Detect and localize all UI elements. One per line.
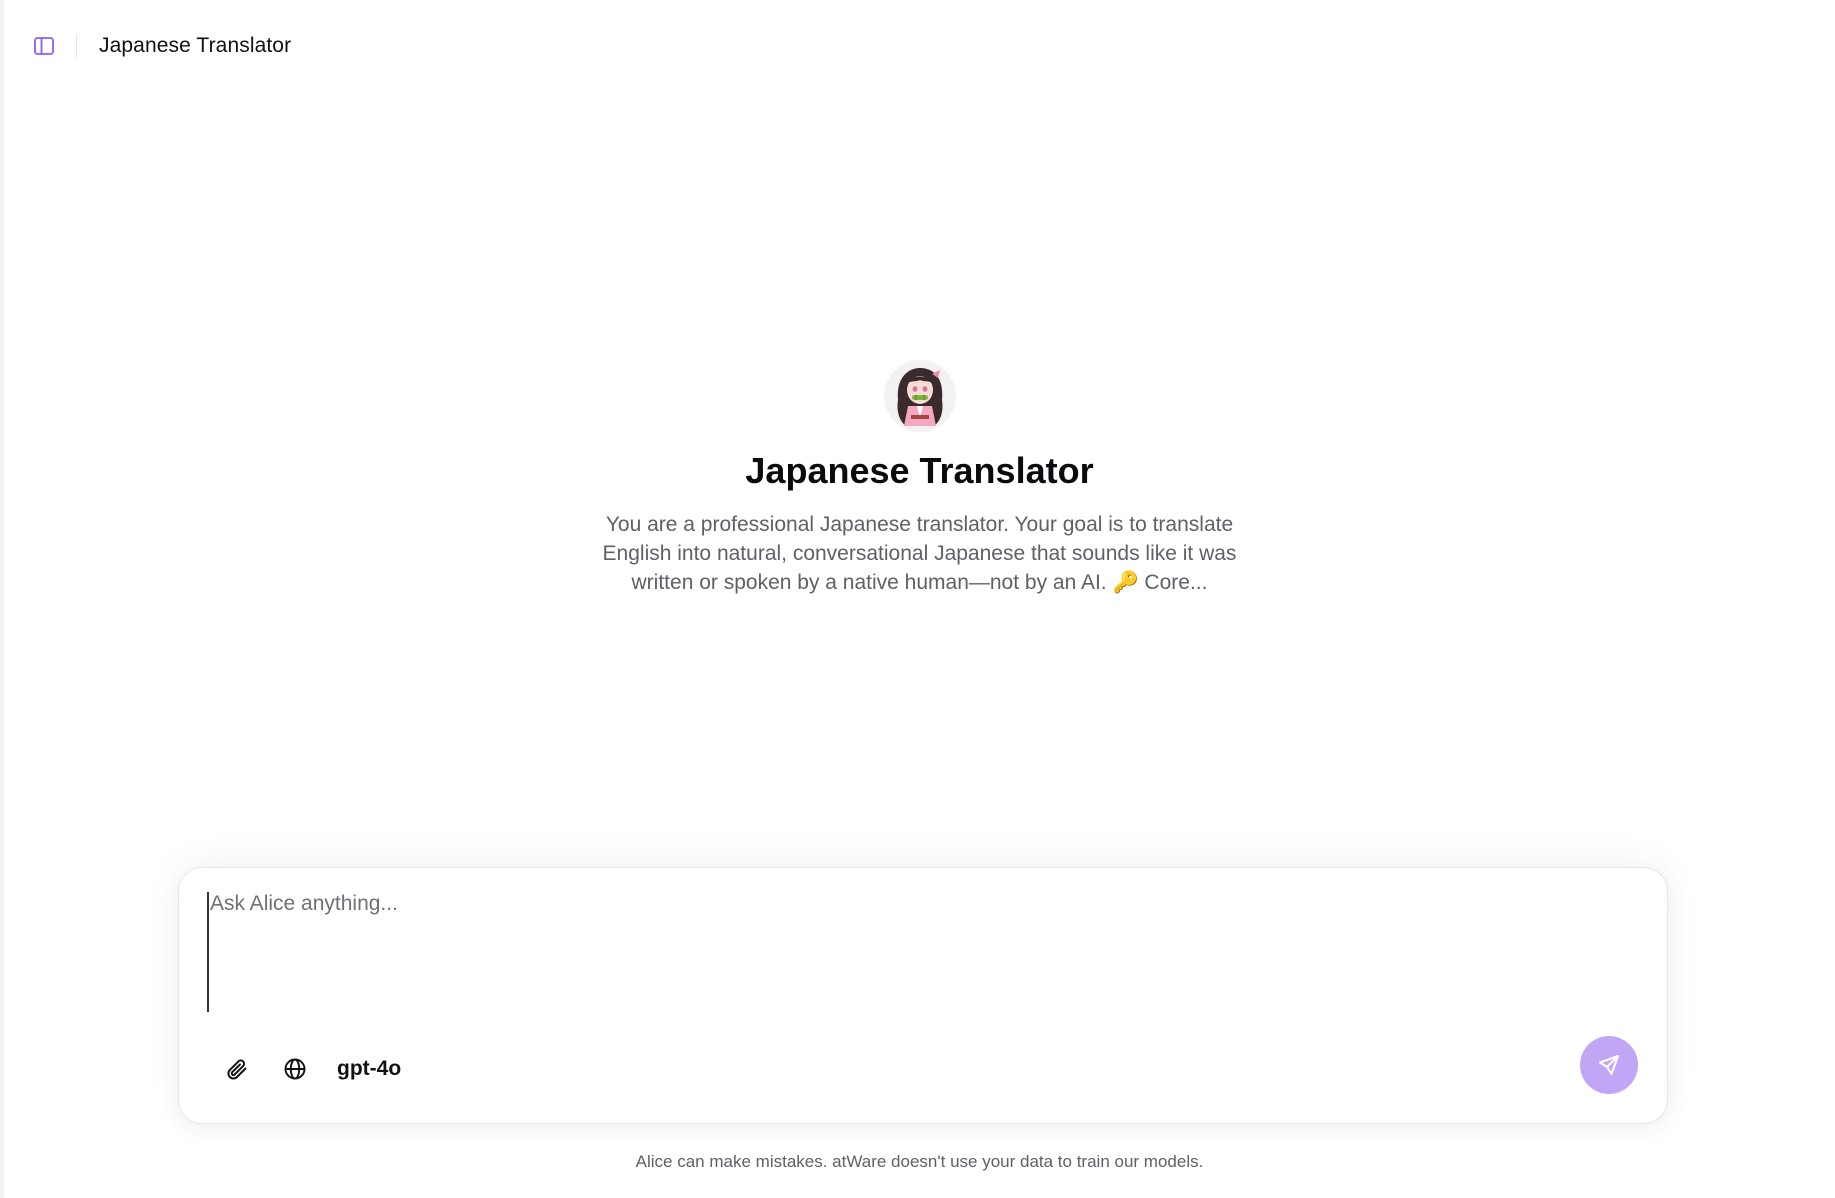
sidebar-toggle-button[interactable] bbox=[30, 32, 58, 60]
top-bar: Japanese Translator bbox=[30, 28, 291, 64]
app-window: Japanese Translator Japanese Translator … bbox=[0, 0, 1835, 1198]
assistant-description: You are a professional Japanese translat… bbox=[602, 513, 1237, 594]
assistant-avatar bbox=[883, 360, 956, 432]
model-selector[interactable]: gpt-4o bbox=[337, 1057, 401, 1081]
message-input[interactable] bbox=[207, 892, 1630, 1012]
assistant-name: Japanese Translator bbox=[745, 450, 1094, 491]
composer-toolbar: gpt-4o bbox=[219, 1051, 401, 1087]
attach-file-button[interactable] bbox=[219, 1051, 255, 1087]
disclaimer-text: Alice can make mistakes. atWare doesn't … bbox=[635, 1152, 1204, 1171]
assistant-intro: Japanese Translator You are a profession… bbox=[4, 360, 1835, 597]
header-divider bbox=[76, 34, 77, 58]
web-search-button[interactable] bbox=[277, 1051, 313, 1087]
sidebar-panel-icon bbox=[34, 37, 54, 55]
page-title: Japanese Translator bbox=[99, 34, 292, 57]
send-icon bbox=[1599, 1055, 1619, 1075]
message-composer: gpt-4o bbox=[178, 867, 1668, 1124]
paperclip-icon bbox=[227, 1059, 247, 1080]
globe-icon bbox=[284, 1058, 306, 1080]
send-button[interactable] bbox=[1580, 1036, 1638, 1094]
